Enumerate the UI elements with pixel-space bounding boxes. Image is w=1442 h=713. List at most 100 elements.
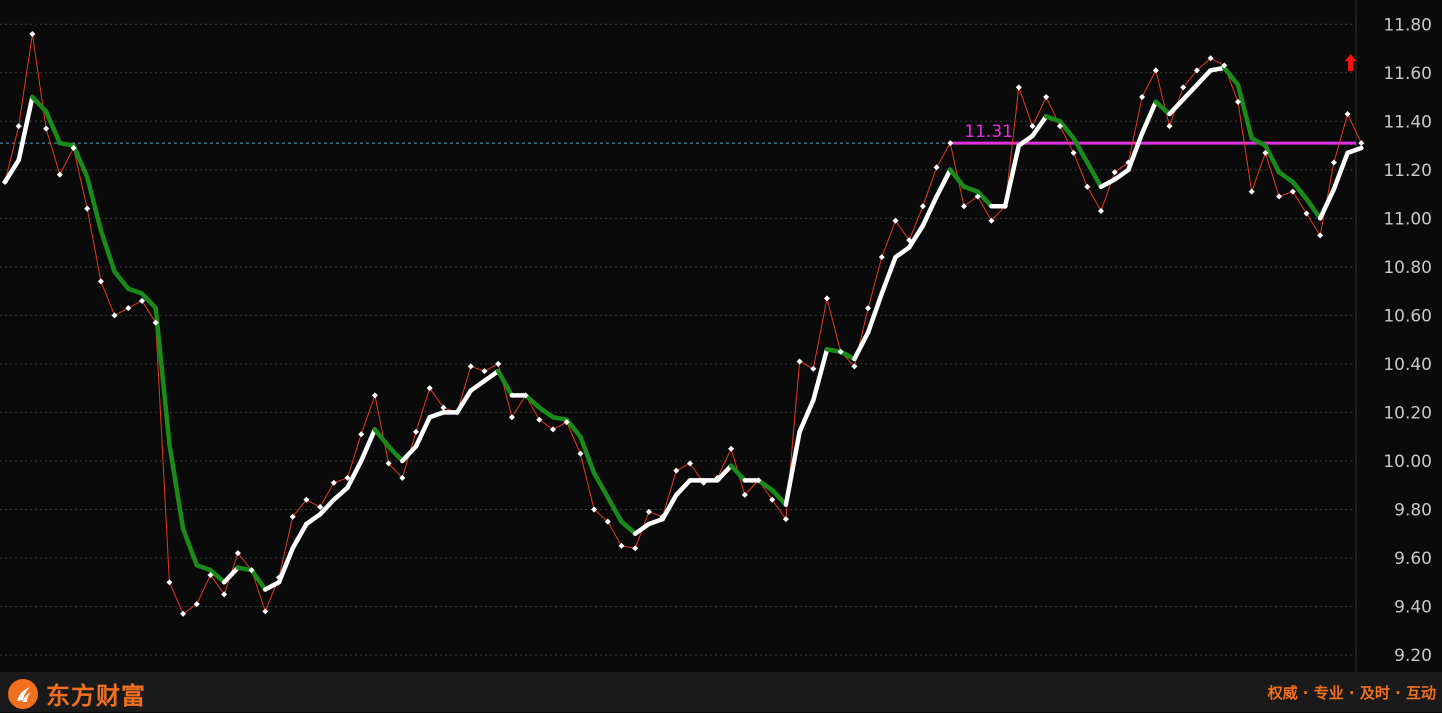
price-point: [824, 295, 830, 302]
price-point: [947, 140, 954, 147]
trend-segment: [482, 368, 501, 384]
trend-segment: [304, 512, 323, 527]
price-point: [618, 542, 625, 549]
trend-segment: [468, 378, 487, 393]
trend-segment: [906, 223, 926, 250]
price-point: [330, 479, 337, 486]
price-point: [1276, 193, 1283, 200]
price-point: [728, 445, 735, 452]
price-point: [687, 460, 693, 467]
price-point: [1317, 232, 1324, 239]
price-point: [577, 450, 584, 457]
reference-lines: 11.31: [0, 122, 1356, 145]
trend-segment: [523, 393, 542, 410]
footer-bar: 东方财富 权威 · 专业 · 及时 · 互动: [0, 672, 1442, 712]
price-point: [1248, 188, 1255, 195]
trend-segment: [632, 521, 652, 536]
price-point: [15, 123, 22, 130]
trend-segment: [756, 478, 775, 493]
trend-segment: [578, 434, 597, 476]
trend-segment: [43, 109, 63, 146]
y-tick-label: 11.00: [1383, 209, 1432, 229]
price-line: [4, 33, 1362, 615]
y-tick-label: 11.80: [1383, 15, 1432, 35]
trend-segment: [975, 189, 994, 209]
price-point: [1098, 208, 1104, 215]
price-point: [1152, 67, 1159, 74]
slogan: 权威 · 专业 · 及时 · 互动: [1267, 684, 1436, 702]
trend-segment: [112, 269, 131, 291]
trend-segment: [1276, 169, 1296, 185]
price-point: [933, 164, 940, 171]
price-markers: [2, 30, 1365, 617]
price-point: [481, 368, 488, 375]
price-point: [440, 404, 447, 411]
trend-segment: [331, 485, 350, 503]
brand-name: 东方财富: [46, 682, 146, 710]
y-axis-ticks: 11.80 11.60 11.40 11.20 11.00 10.80 10.60 10.40…: [1383, 15, 1432, 666]
price-point: [632, 545, 639, 552]
trend-segment: [879, 254, 898, 296]
trend-segment: [400, 444, 419, 464]
price-point: [1330, 159, 1337, 166]
trend-segment: [30, 94, 49, 114]
price-point: [1358, 140, 1365, 147]
price-chart: 11.80 11.60 11.40 11.20 11.00 10.80 10.60 10.40…: [0, 0, 1432, 672]
y-tick-label: 10.40: [1383, 355, 1432, 375]
trend-segment: [619, 519, 638, 536]
y-tick-label: 11.60: [1383, 64, 1432, 84]
trend-segment: [1317, 186, 1337, 221]
trend-segment: [1235, 82, 1254, 141]
y-tick-label: 10.00: [1383, 452, 1432, 472]
price-point: [782, 516, 789, 523]
price-point: [111, 312, 118, 319]
price-point: [371, 392, 378, 399]
price-point: [919, 203, 926, 210]
price-point: [1043, 94, 1050, 101]
trend-segment: [180, 526, 200, 568]
price-point: [1084, 183, 1091, 190]
y-tick-label: 9.80: [1394, 500, 1432, 520]
price-point: [673, 467, 680, 474]
up-arrow-icon: [1344, 54, 1357, 72]
reference-level-label: 11.31: [964, 122, 1013, 142]
trend-segment: [249, 567, 268, 592]
price-point: [467, 363, 474, 370]
price-point: [358, 431, 365, 438]
trend-segment: [2, 157, 21, 185]
trend-segment: [893, 245, 912, 260]
trend-segment: [1194, 68, 1213, 88]
trend-segment: [1085, 160, 1104, 190]
price-point: [166, 579, 173, 586]
price-point: [1029, 123, 1036, 130]
price-point: [84, 205, 91, 212]
price-point: [1139, 94, 1146, 101]
brand[interactable]: 东方财富: [8, 676, 146, 711]
trend-segment: [1304, 196, 1323, 221]
trend-segment: [1153, 99, 1172, 117]
price-point: [892, 217, 899, 224]
price-point: [1015, 84, 1022, 91]
trend-segment: [153, 305, 172, 447]
price-point: [865, 305, 872, 312]
y-tick-label: 9.20: [1394, 646, 1432, 666]
trend-segment: [728, 463, 748, 483]
trend-segment: [934, 167, 953, 199]
trend-segment: [71, 143, 90, 180]
trend-segment: [797, 398, 816, 435]
trend-segment: [345, 458, 364, 490]
price-point: [262, 608, 269, 615]
price-point: [1070, 149, 1077, 156]
trend-segment: [454, 388, 474, 415]
trend-segment: [84, 174, 104, 233]
trend-segment: [263, 579, 282, 592]
trend-segment: [1167, 97, 1186, 117]
trend-segment: [98, 228, 117, 274]
trend-segment: [1139, 99, 1159, 136]
y-tick-label: 9.40: [1394, 597, 1432, 617]
y-tick-label: 10.60: [1383, 306, 1432, 326]
price-point: [56, 171, 63, 178]
trend-segment: [1098, 177, 1117, 190]
grid-lines: [0, 23, 1356, 656]
trend-segment: [1345, 145, 1364, 156]
